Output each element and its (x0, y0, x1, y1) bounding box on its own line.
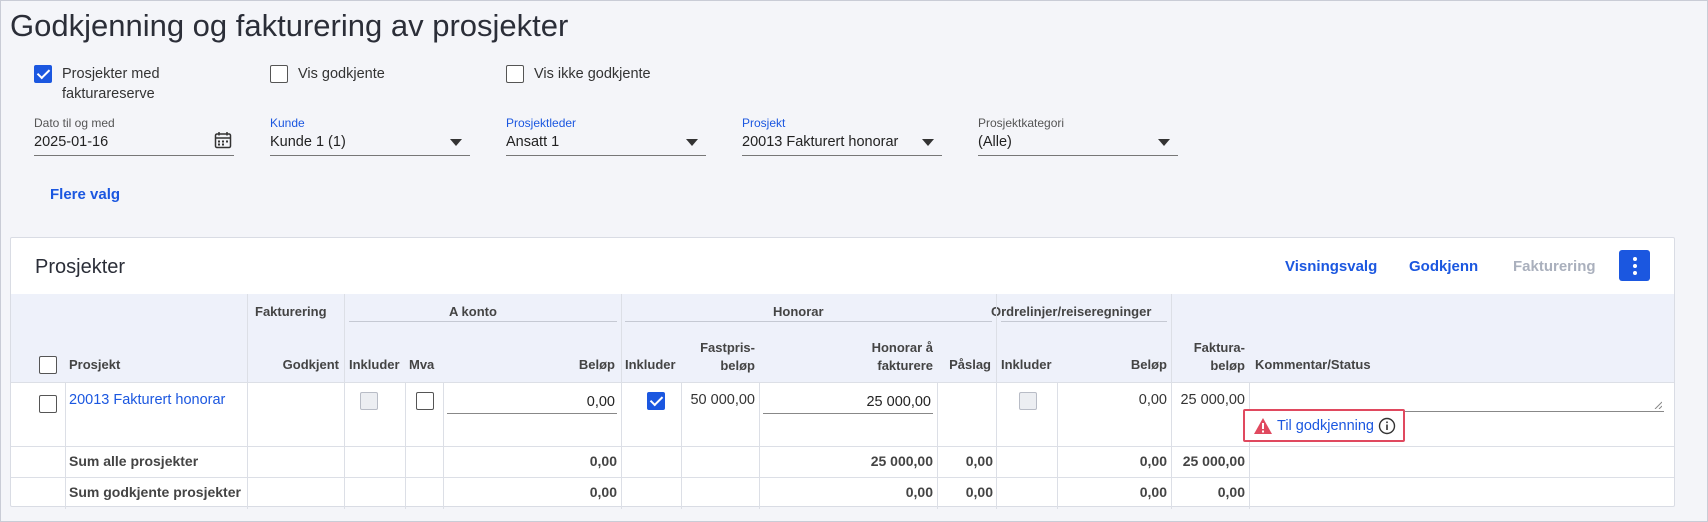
col-header-belop[interactable]: Beløp (451, 357, 615, 372)
col-header-honorar-fakturere-line2: fakturere (877, 358, 933, 373)
customer-select-label: Kunde (270, 116, 305, 130)
chevron-down-icon[interactable] (686, 139, 698, 146)
col-header-fastpris-line1: Fastpris- (700, 340, 755, 355)
fastpris-value: 50 000,00 (690, 392, 755, 408)
row-divider (11, 477, 1674, 478)
project-select-value[interactable]: 20013 Fakturert honorar (742, 134, 942, 150)
group-header-honorar: Honorar (773, 304, 824, 319)
col-header-mva[interactable]: Mva (409, 357, 434, 372)
col-header-fakturabelop-line2: beløp (1210, 358, 1245, 373)
sum-approved-ord: 0,00 (1139, 484, 1167, 500)
more-vertical-icon[interactable] (1619, 250, 1650, 281)
col-header-ord-inkluder[interactable]: Inkluder (1001, 357, 1052, 372)
checkbox-label-line2: fakturareserve (62, 86, 155, 102)
checkbox-label: Vis ikke godkjente (534, 66, 651, 82)
projects-card: Prosjekter Visningsvalg Godkjenn Fakture… (10, 237, 1675, 509)
sum-all-a-konto: 0,00 (589, 453, 617, 469)
category-select-value[interactable]: (Alle) (978, 134, 1178, 150)
date-field-value[interactable]: 2025-01-16 (34, 134, 234, 150)
project-link[interactable]: 20013 Fakturert honorar (69, 392, 225, 408)
ord-include-checkbox (1019, 392, 1037, 410)
col-header-prosjekt[interactable]: Prosjekt (69, 357, 120, 372)
sum-all-honorar: 25 000,00 (870, 453, 933, 469)
sum-approved-paslag: 0,00 (965, 484, 993, 500)
status-badge[interactable]: Til godkjenning (1243, 409, 1405, 442)
honorar-fakturere-input[interactable]: 25 000,00 (763, 392, 933, 414)
group-underline (1001, 321, 1167, 322)
honorar-include-checkbox[interactable] (647, 392, 665, 410)
category-select[interactable]: Prosjektkategori (Alle) (978, 116, 1178, 156)
col-header-inkluder[interactable]: Inkluder (349, 357, 400, 372)
category-select-label: Prosjektkategori (978, 116, 1065, 130)
card-title: Prosjekter (35, 256, 126, 278)
sum-all-ord: 0,00 (1139, 453, 1167, 469)
a-konto-include-checkbox (360, 392, 378, 410)
row-divider (11, 382, 1674, 383)
a-konto-mva-checkbox[interactable] (416, 392, 434, 410)
project-select[interactable]: Prosjekt 20013 Fakturert honorar (742, 116, 942, 156)
invoicing-button[interactable]: Fakturering (1513, 258, 1596, 275)
group-header-fakturering: Fakturering (255, 304, 327, 319)
status-text[interactable]: Til godkjenning (1277, 418, 1374, 434)
checkbox-vis-godkjente[interactable]: Vis godkjente (270, 64, 385, 84)
checkbox-fakturareserve[interactable]: Prosjekter med fakturareserve (34, 64, 160, 104)
project-manager-select-label: Prosjektleder (506, 116, 577, 130)
sum-all-label: Sum alle prosjekter (69, 453, 199, 469)
chevron-down-icon[interactable] (1158, 139, 1170, 146)
col-header-fastpris-line2: beløp (720, 358, 755, 373)
checkbox-box[interactable] (34, 65, 52, 83)
col-header-fakturabelop-line1: Faktura- (1193, 340, 1245, 355)
warning-icon (1254, 417, 1272, 434)
col-header-honorar-fakturere-line1: Honorar å (871, 340, 933, 355)
col-header-fakturabelop[interactable]: Faktura-beløp (1175, 339, 1245, 375)
group-header-a-konto: A konto (449, 304, 497, 319)
col-header-godkjent[interactable]: Godkjent (247, 357, 339, 372)
col-header-honorar-inkluder[interactable]: Inkluder (625, 357, 676, 372)
project-manager-select-value[interactable]: Ansatt 1 (506, 134, 706, 150)
col-header-fastpris[interactable]: Fastpris-beløp (681, 339, 755, 375)
group-header-ordrelinjer: Ordrelinjer/reiseregninger (991, 304, 1152, 319)
calendar-icon[interactable] (214, 131, 232, 149)
sum-all-faktura: 25 000,00 (1182, 453, 1245, 469)
approve-button[interactable]: Godkjenn (1409, 258, 1478, 275)
col-header-ord-belop[interactable]: Beløp (1061, 357, 1167, 372)
date-field-label: Dato til og med (34, 116, 115, 130)
customer-select-value[interactable]: Kunde 1 (1) (270, 134, 470, 150)
sum-all-paslag: 0,00 (965, 453, 993, 469)
a-konto-amount-input[interactable]: 0,00 (447, 392, 617, 414)
sum-approved-label: Sum godkjente prosjekter (69, 484, 241, 500)
view-options-button[interactable]: Visningsvalg (1285, 258, 1377, 275)
project-manager-select[interactable]: Prosjektleder Ansatt 1 (506, 116, 706, 156)
group-underline (349, 321, 617, 322)
row-divider (11, 446, 1674, 447)
page-title: Godkjenning og fakturering av prosjekter (10, 8, 569, 43)
more-options-link[interactable]: Flere valg (50, 186, 120, 203)
info-icon[interactable] (1378, 417, 1396, 435)
checkbox-label: Prosjekter med fakturareserve (62, 64, 160, 104)
group-underline (625, 321, 992, 322)
checkbox-label-line1: Prosjekter med (62, 66, 160, 82)
sum-approved-a-konto: 0,00 (589, 484, 617, 500)
col-header-paslag[interactable]: Påslag (939, 357, 991, 372)
sum-approved-faktura: 0,00 (1217, 484, 1245, 500)
checkbox-box[interactable] (270, 65, 288, 83)
sum-approved-honorar: 0,00 (905, 484, 933, 500)
chevron-down-icon[interactable] (450, 139, 462, 146)
checkbox-vis-ikke-godkjente[interactable]: Vis ikke godkjente (506, 64, 651, 84)
checkbox-label: Vis godkjente (298, 66, 385, 82)
resize-handle-icon[interactable] (1654, 401, 1662, 409)
chevron-down-icon[interactable] (922, 139, 934, 146)
ord-belop-value: 0,00 (1138, 392, 1167, 408)
col-header-kommentar[interactable]: Kommentar/Status (1255, 357, 1371, 372)
checkbox-box[interactable] (506, 65, 524, 83)
project-select-label: Prosjekt (742, 116, 786, 130)
comment-textarea[interactable] (1253, 384, 1664, 412)
select-all-checkbox[interactable] (39, 356, 57, 374)
row-select-checkbox[interactable] (39, 395, 57, 413)
col-header-honorar-fakturere[interactable]: Honorar å fakturere (771, 339, 933, 375)
customer-select[interactable]: Kunde Kunde 1 (1) (270, 116, 470, 156)
date-field[interactable]: Dato til og med 2025-01-16 (34, 116, 234, 156)
faktura-belop-value: 25 000,00 (1180, 392, 1245, 408)
